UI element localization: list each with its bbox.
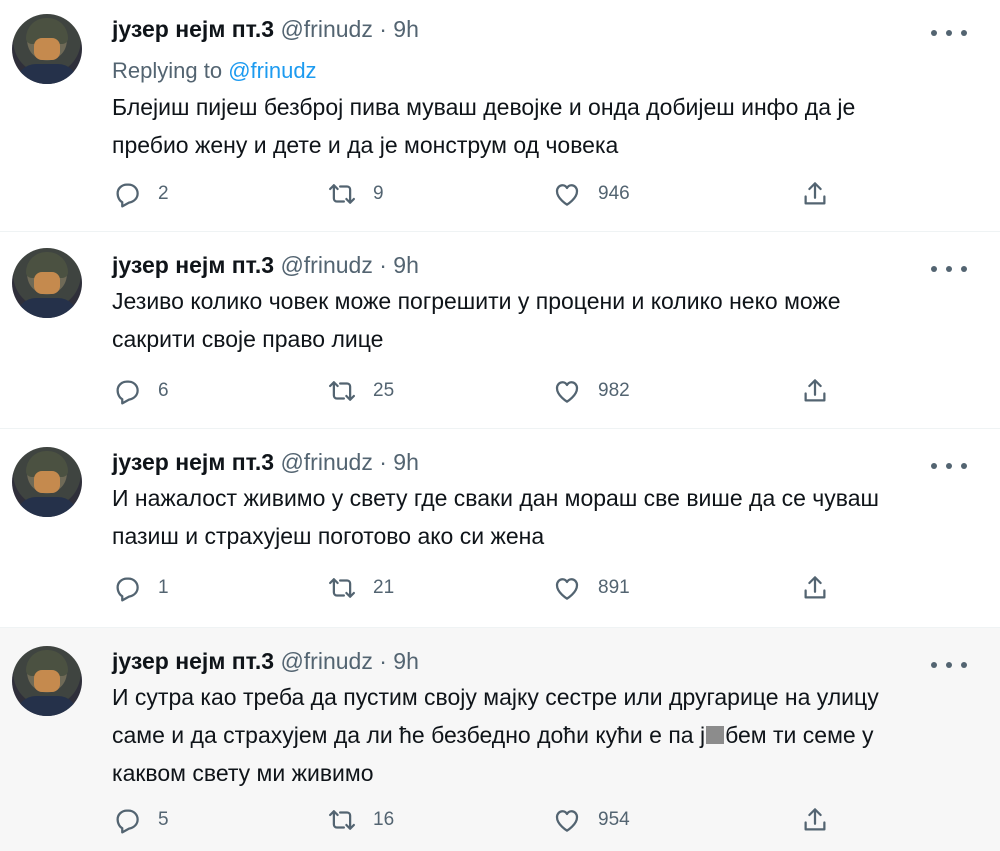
tweet-text: Блејиш пијеш безброј пива муваш девојке … xyxy=(112,88,972,164)
tweet-text-fragment: саме и да страхујем да ли ће безбедно до… xyxy=(112,722,706,748)
tweet-header: јузер нејм пт.3 @frinudz · 9h xyxy=(112,16,419,43)
handle[interactable]: @frinudz xyxy=(280,252,372,278)
retweet-count: 9 xyxy=(373,183,384,204)
timestamp[interactable]: 9h xyxy=(393,16,419,42)
tweet-text-fragment: бем ти семе у xyxy=(725,722,874,748)
reply-count: 5 xyxy=(158,809,169,830)
display-name[interactable]: јузер нејм пт.3 xyxy=(112,16,274,42)
more-icon[interactable] xyxy=(931,26,967,40)
tweet-2[interactable]: јузер нејм пт.3 @frinudz · 9h Језиво кол… xyxy=(0,232,1000,429)
like-count: 982 xyxy=(598,380,630,401)
replying-to-label: Replying to xyxy=(112,58,229,83)
handle[interactable]: @frinudz xyxy=(280,449,372,475)
share-button[interactable] xyxy=(800,374,830,408)
heart-icon xyxy=(555,381,579,403)
retweet-count: 21 xyxy=(373,577,395,598)
like-button[interactable]: 891 xyxy=(552,571,630,605)
retweet-icon xyxy=(329,578,355,598)
retweet-icon xyxy=(329,381,355,401)
timestamp[interactable]: 9h xyxy=(393,449,419,475)
censor-block xyxy=(706,726,725,744)
tweet-text-line: И нажалост живимо у свету где сваки дан … xyxy=(112,485,879,511)
separator-dot: · xyxy=(379,16,387,42)
like-count: 946 xyxy=(598,183,630,204)
tweet-text-line: сакрити своје право лице xyxy=(112,326,384,352)
share-button[interactable] xyxy=(800,571,830,605)
tweet-text: И нажалост живимо у свету где сваки дан … xyxy=(112,479,972,555)
tweet-text-line: пребио жену и дете и да је монструм од ч… xyxy=(112,132,619,158)
share-icon xyxy=(804,576,826,599)
heart-icon xyxy=(555,578,579,600)
like-count: 891 xyxy=(598,577,630,598)
avatar[interactable] xyxy=(12,447,82,517)
reply-icon xyxy=(116,183,139,208)
replying-to: Replying to @frinudz xyxy=(112,58,317,84)
tweet-thread: јузер нејм пт.3 @frinudz · 9h Replying t… xyxy=(0,0,1000,851)
reply-button[interactable]: 6 xyxy=(112,374,169,408)
tweet-text-line: пазиш и страхујеш поготово ако си жена xyxy=(112,523,545,549)
tweet-3[interactable]: јузер нејм пт.3 @frinudz · 9h И нажалост… xyxy=(0,429,1000,628)
retweet-button[interactable]: 25 xyxy=(327,374,394,408)
share-icon xyxy=(804,182,826,205)
share-button[interactable] xyxy=(800,177,830,211)
share-icon xyxy=(804,808,826,831)
tweet-text-line: каквом свету ми живимо xyxy=(112,760,374,786)
retweet-button[interactable]: 16 xyxy=(327,803,394,837)
reply-button[interactable]: 5 xyxy=(112,803,169,837)
retweet-count: 16 xyxy=(373,809,395,830)
display-name[interactable]: јузер нејм пт.3 xyxy=(112,648,274,674)
heart-icon xyxy=(555,810,579,832)
retweet-icon xyxy=(329,810,355,830)
tweet-text-line: Језиво колико човек може погрешити у про… xyxy=(112,288,841,314)
like-button[interactable]: 946 xyxy=(552,177,630,211)
tweet-4[interactable]: јузер нејм пт.3 @frinudz · 9h И сутра ка… xyxy=(0,628,1000,851)
retweet-button[interactable]: 9 xyxy=(327,177,384,211)
tweet-1[interactable]: јузер нејм пт.3 @frinudz · 9h Replying t… xyxy=(0,0,1000,232)
reply-icon xyxy=(116,380,139,405)
like-count: 954 xyxy=(598,809,630,830)
reply-count: 6 xyxy=(158,380,169,401)
separator-dot: · xyxy=(379,648,387,674)
replying-to-handle-link[interactable]: @frinudz xyxy=(228,58,316,83)
handle[interactable]: @frinudz xyxy=(280,16,372,42)
tweet-text: Језиво колико човек може погрешити у про… xyxy=(112,282,972,358)
handle[interactable]: @frinudz xyxy=(280,648,372,674)
like-button[interactable]: 954 xyxy=(552,803,630,837)
reply-count: 2 xyxy=(158,183,169,204)
more-icon[interactable] xyxy=(931,658,967,672)
avatar[interactable] xyxy=(12,646,82,716)
heart-icon xyxy=(555,184,579,206)
display-name[interactable]: јузер нејм пт.3 xyxy=(112,449,274,475)
retweet-count: 25 xyxy=(373,380,395,401)
share-icon xyxy=(804,379,826,402)
tweet-header: јузер нејм пт.3 @frinudz · 9h xyxy=(112,648,419,675)
retweet-button[interactable]: 21 xyxy=(327,571,394,605)
retweet-icon xyxy=(329,184,355,204)
reply-button[interactable]: 2 xyxy=(112,177,169,211)
tweet-header: јузер нејм пт.3 @frinudz · 9h xyxy=(112,252,419,279)
avatar[interactable] xyxy=(12,248,82,318)
reply-count: 1 xyxy=(158,577,169,598)
timestamp[interactable]: 9h xyxy=(393,252,419,278)
reply-icon xyxy=(116,809,139,834)
tweet-text-line: Блејиш пијеш безброј пива муваш девојке … xyxy=(112,94,856,120)
like-button[interactable]: 982 xyxy=(552,374,630,408)
reply-icon xyxy=(116,577,139,602)
more-icon[interactable] xyxy=(931,459,967,473)
more-icon[interactable] xyxy=(931,262,967,276)
timestamp[interactable]: 9h xyxy=(393,648,419,674)
separator-dot: · xyxy=(379,252,387,278)
share-button[interactable] xyxy=(800,803,830,837)
tweet-text-line: саме и да страхујем да ли ће безбедно до… xyxy=(112,716,972,754)
display-name[interactable]: јузер нејм пт.3 xyxy=(112,252,274,278)
tweet-text: И сутра као треба да пустим своју мајку … xyxy=(112,678,972,792)
separator-dot: · xyxy=(379,449,387,475)
reply-button[interactable]: 1 xyxy=(112,571,169,605)
tweet-header: јузер нејм пт.3 @frinudz · 9h xyxy=(112,449,419,476)
tweet-text-line: И сутра као треба да пустим своју мајку … xyxy=(112,684,879,710)
avatar[interactable] xyxy=(12,14,82,84)
